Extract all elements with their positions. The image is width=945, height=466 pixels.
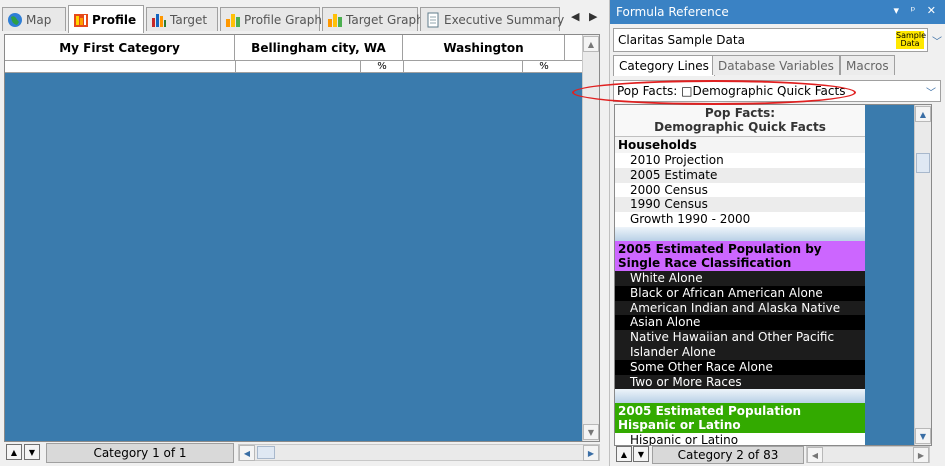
group-title[interactable]: 2005 Estimated Population by Single Race…: [615, 240, 865, 271]
tab-label: Profile Graph: [244, 12, 322, 27]
list-item[interactable]: Native Hawaiian and Other Pacific Island…: [615, 330, 865, 360]
bar-chart-icon: [328, 13, 342, 27]
list-item[interactable]: Black or African American Alone: [615, 285, 865, 301]
sample-badge-text: Sample Data: [896, 31, 926, 48]
scroll-down-icon[interactable]: ▼: [915, 428, 931, 444]
view-tab-bar: Map Profile Target Profile Graph Target …: [0, 0, 604, 34]
group-separator: [615, 226, 865, 241]
sample-data-badge: Sample Data: [896, 31, 926, 49]
list-item[interactable]: Asian Alone: [615, 315, 865, 331]
scroll-up-icon[interactable]: ▲: [915, 106, 931, 122]
reference-category-navigator: ▲ ▼ Category 2 of 83 ◀ ▶: [614, 446, 932, 464]
scroll-left-icon[interactable]: ◀: [239, 445, 255, 461]
tab-macros[interactable]: Macros: [840, 55, 895, 75]
globe-icon: [8, 12, 22, 27]
tab-category-lines[interactable]: Category Lines: [613, 55, 715, 76]
profile-icon: [74, 13, 88, 27]
panel-title: Formula Reference: [616, 5, 729, 19]
bar-chart-icon: [226, 13, 240, 27]
tab-scroll-right-icon[interactable]: ▶: [589, 10, 597, 23]
tab-scroll-left-icon[interactable]: ◀: [571, 10, 579, 23]
list-item[interactable]: Two or More Races: [615, 374, 865, 390]
tab-profile-graph[interactable]: Profile Graph: [220, 7, 322, 31]
tab-label: Executive Summary: [444, 12, 565, 27]
list-item[interactable]: 2010 Projection: [615, 153, 865, 168]
category-lines-list: Pop Facts: Demographic Quick Facts House…: [614, 104, 932, 446]
list-item[interactable]: 2005 Estimate: [615, 167, 865, 183]
tab-database-variables[interactable]: Database Variables: [712, 55, 840, 75]
scroll-thumb[interactable]: [257, 446, 275, 459]
category-counter: Category 2 of 83: [652, 446, 804, 464]
panel-window-controls[interactable]: ▾ ᵖ ✕: [894, 4, 940, 17]
group-title[interactable]: 2005 Estimated Population Hispanic or La…: [615, 403, 865, 434]
tab-target-graph[interactable]: Target Graph: [322, 7, 424, 31]
tab-label: Map: [26, 12, 52, 27]
tab-label: Target: [170, 12, 208, 27]
pct-header-washington: %: [522, 61, 565, 72]
scroll-right-icon[interactable]: ▶: [583, 445, 599, 461]
scroll-right-icon[interactable]: ▶: [913, 447, 929, 463]
tab-map[interactable]: Map: [2, 7, 66, 31]
next-category-button[interactable]: ▼: [24, 444, 40, 460]
list-item[interactable]: 2000 Census: [615, 182, 865, 198]
column-header-bellingham[interactable]: Bellingham city, WA: [235, 35, 403, 60]
group-hispanic: 2005 Estimated Population Hispanic or La…: [615, 403, 865, 445]
grid-header: My First Category Bellingham city, WA Wa…: [5, 35, 583, 61]
group-separator: [615, 389, 865, 404]
list-item[interactable]: Hispanic or Latino: [615, 433, 865, 445]
list-item[interactable]: 1990 Census: [615, 197, 865, 213]
target-icon: [152, 13, 166, 27]
list-header-subtitle: Demographic Quick Facts: [654, 120, 826, 134]
list-horizontal-scrollbar[interactable]: ◀ ▶: [806, 446, 930, 463]
pct-header-bellingham: %: [360, 61, 403, 72]
scroll-left-icon[interactable]: ◀: [807, 447, 823, 463]
category-counter: Category 1 of 1: [46, 443, 234, 463]
formula-reference-panel: Formula Reference ▾ ᵖ ✕ Claritas Sample …: [609, 0, 945, 466]
chevron-down-icon[interactable]: ﹀: [922, 81, 940, 101]
group-title[interactable]: Households: [615, 137, 865, 153]
group-single-race: 2005 Estimated Population by Single Race…: [615, 240, 865, 390]
data-source-value: Claritas Sample Data: [618, 33, 745, 47]
panel-title-bar: Formula Reference ▾ ᵖ ✕: [610, 0, 945, 24]
tab-target[interactable]: Target: [146, 7, 218, 31]
profile-pane: Map Profile Target Profile Graph Target …: [0, 0, 604, 466]
next-category-button[interactable]: ▼: [633, 446, 649, 462]
category-lines-content: Pop Facts: Demographic Quick Facts House…: [615, 105, 865, 445]
chevron-down-icon[interactable]: ﹀: [930, 30, 944, 50]
grid-divider: [235, 61, 236, 72]
previous-category-button[interactable]: ▲: [6, 444, 22, 460]
grid-vertical-scrollbar[interactable]: ▲ ▼: [582, 35, 599, 441]
document-icon: [427, 12, 439, 27]
tab-executive-summary[interactable]: Executive Summary: [420, 7, 564, 31]
previous-category-button[interactable]: ▲: [616, 446, 632, 462]
grid-subheader: % %: [5, 61, 583, 73]
grid-horizontal-scrollbar[interactable]: ◀ ▶: [238, 444, 600, 461]
column-header-washington[interactable]: Washington: [403, 35, 565, 60]
group-households: Households 2010 Projection 2005 Estimate…: [615, 137, 865, 227]
category-selector[interactable]: Pop Facts: □Demographic Quick Facts ﹀: [613, 80, 941, 102]
grid-divider: [403, 61, 404, 72]
tab-label: Target Graph: [346, 12, 424, 27]
data-source-selector[interactable]: Claritas Sample Data Sample Data: [613, 28, 928, 52]
scroll-up-icon[interactable]: ▲: [583, 36, 599, 52]
list-item[interactable]: Growth 1990 - 2000: [615, 212, 865, 227]
scroll-thumb[interactable]: [916, 153, 930, 173]
profile-grid: My First Category Bellingham city, WA Wa…: [4, 34, 600, 442]
list-vertical-scrollbar[interactable]: ▲ ▼: [914, 105, 931, 445]
list-item[interactable]: Some Other Race Alone: [615, 359, 865, 375]
category-navigator: ▲ ▼ Category 1 of 1 ◀ ▶: [4, 443, 600, 463]
list-item[interactable]: White Alone: [615, 270, 865, 286]
column-header-category[interactable]: My First Category: [5, 35, 235, 60]
tab-profile[interactable]: Profile: [68, 5, 144, 33]
list-header: Pop Facts: Demographic Quick Facts: [615, 105, 865, 137]
list-header-title: Pop Facts:: [704, 106, 776, 120]
tab-label: Profile: [92, 12, 137, 27]
list-item[interactable]: American Indian and Alaska Native: [615, 300, 865, 316]
category-selector-value: Pop Facts: □Demographic Quick Facts: [617, 84, 846, 98]
scroll-down-icon[interactable]: ▼: [583, 424, 599, 440]
